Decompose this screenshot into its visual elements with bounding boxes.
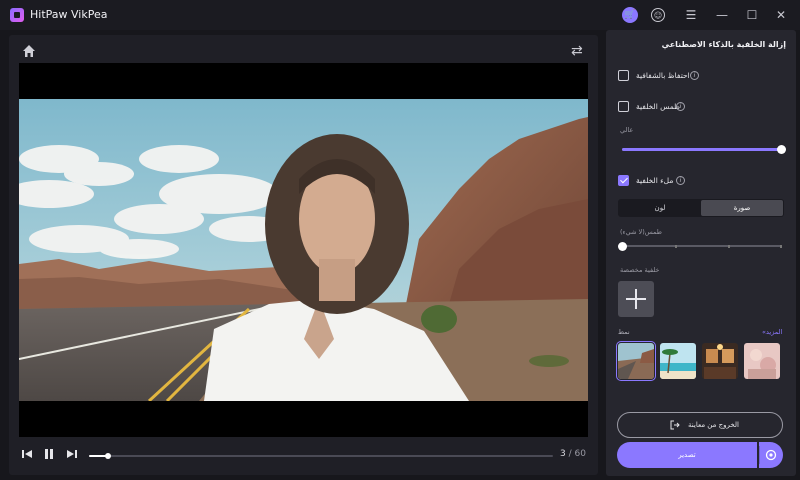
slider-tick [780, 245, 782, 248]
frame-counter: 3 / 60 [560, 449, 586, 459]
keep-transparency-option[interactable]: احتفاظ بالشفافية i [618, 70, 788, 84]
export-button[interactable]: تصدير [617, 442, 757, 468]
blur-background-option[interactable]: طمس الخلفية i [618, 101, 788, 115]
fill-type-tabs: لون صورة [618, 199, 784, 217]
total-frames: / 60 [568, 449, 586, 459]
custom-background-label: خلفية مخصصة [620, 266, 660, 274]
background-thumbnail-room[interactable] [702, 343, 738, 379]
more-link[interactable]: المزيد» [762, 328, 782, 336]
home-icon[interactable] [21, 43, 37, 59]
image-blur-label: طمس(لا شيء) [620, 228, 662, 236]
fill-background-label: ملء الخلفية [636, 176, 674, 185]
video-canvas [19, 63, 588, 437]
background-thumbnail-beach[interactable] [660, 343, 696, 379]
image-blur-slider[interactable] [618, 242, 782, 251]
pause-icon[interactable] [42, 447, 56, 461]
tab-image[interactable]: صورة [701, 200, 783, 216]
app-logo-icon [10, 8, 24, 22]
panel-title: إزالة الخلفية بالذكاء الاصطناعي [661, 40, 786, 49]
app-title: HitPaw VikPea [30, 8, 108, 21]
current-frame: 3 [560, 449, 566, 459]
fill-background-checkbox[interactable] [618, 175, 629, 186]
background-thumbnail-desert[interactable] [616, 341, 656, 381]
ai-background-panel: إزالة الخلفية بالذكاء الاصطناعي احتفاظ ب… [606, 30, 796, 476]
blur-background-label: طمس الخلفية [636, 102, 681, 111]
next-frame-icon[interactable] [65, 447, 79, 461]
fill-background-option[interactable]: ملء الخلفية i [618, 175, 788, 189]
preview-area: ⇄ 3 / 60 [9, 35, 598, 475]
cart-icon[interactable]: 🛒 [622, 7, 638, 23]
blur-slider-handle[interactable] [777, 145, 786, 154]
maximize-icon[interactable]: ☐ [744, 7, 760, 23]
exit-icon [670, 420, 680, 430]
video-frame-image [19, 99, 588, 401]
compare-swap-icon[interactable]: ⇄ [571, 43, 587, 59]
info-icon[interactable]: i [690, 71, 699, 80]
title-bar: HitPaw VikPea 🛒 ☺ ☰ — ☐ ✕ [0, 0, 800, 30]
pattern-label: نمط [618, 328, 630, 336]
timeline-handle[interactable] [104, 453, 111, 459]
background-thumbnail-pink[interactable] [744, 343, 780, 379]
minimize-icon[interactable]: — [714, 7, 730, 23]
menu-icon[interactable]: ☰ [683, 7, 699, 23]
info-icon[interactable]: i [676, 102, 685, 111]
keep-transparency-label: احتفاظ بالشفافية [636, 71, 690, 80]
blur-level-slider[interactable] [622, 145, 786, 154]
slider-tick [675, 245, 677, 248]
exit-preview-button[interactable]: الخروج من معاينة [617, 412, 783, 438]
export-settings-gear-icon[interactable] [759, 442, 783, 468]
exit-preview-label: الخروج من معاينة [688, 421, 739, 429]
blur-slider-fill [622, 148, 782, 151]
slider-tick [728, 245, 730, 248]
add-custom-background-button[interactable] [618, 281, 654, 317]
info-icon[interactable]: i [676, 176, 685, 185]
previous-frame-icon[interactable] [20, 447, 34, 461]
blur-level-label: عالي [620, 126, 634, 134]
user-icon[interactable]: ☺ [651, 8, 665, 22]
tab-color[interactable]: لون [619, 200, 701, 216]
keep-transparency-checkbox[interactable] [618, 70, 629, 81]
close-icon[interactable]: ✕ [773, 7, 789, 23]
image-blur-handle[interactable] [618, 242, 627, 251]
playback-timeline[interactable] [89, 453, 553, 459]
blur-background-checkbox[interactable] [618, 101, 629, 112]
